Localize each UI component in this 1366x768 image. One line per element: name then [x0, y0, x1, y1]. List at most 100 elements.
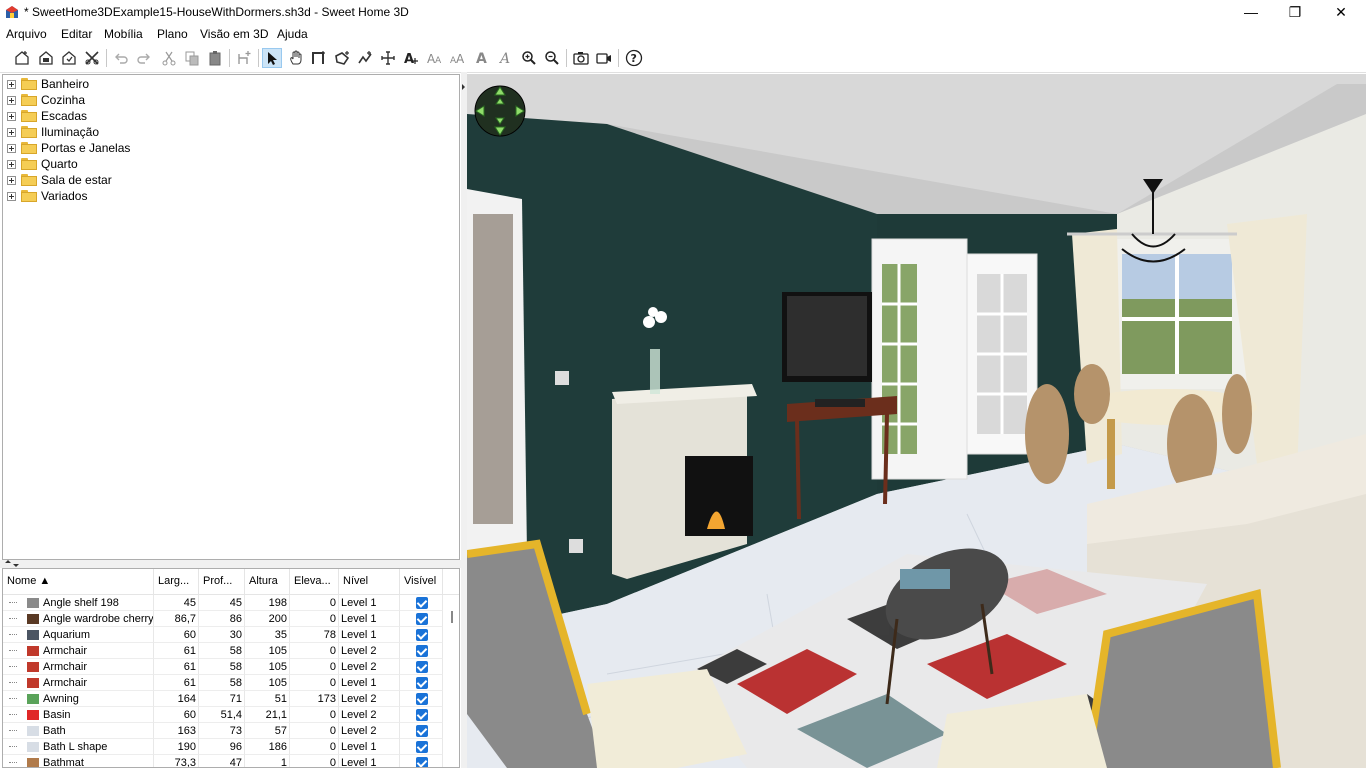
expand-icon[interactable] — [7, 95, 16, 105]
visible-checkbox[interactable] — [416, 757, 428, 767]
catalog-category-iluminacao[interactable]: Iluminação — [7, 124, 99, 140]
catalog-category-quarto[interactable]: Quarto — [7, 156, 78, 172]
furniture-catalog-tree[interactable]: Banheiro Cozinha Escadas Iluminação Port… — [2, 74, 460, 560]
menu-ajuda[interactable]: Ajuda — [277, 27, 308, 41]
help-icon[interactable]: ? — [624, 48, 644, 68]
visible-checkbox[interactable] — [416, 709, 428, 721]
table-row[interactable]: Angle shelf 198 45 45 198 0 Level 1 — [3, 595, 443, 611]
create-walls-icon[interactable] — [309, 48, 329, 68]
folder-icon — [21, 174, 37, 186]
cell-d: 58 — [199, 659, 245, 675]
horizontal-splitter[interactable] — [0, 560, 462, 568]
catalog-category-banheiro[interactable]: Banheiro — [7, 76, 89, 92]
visible-checkbox[interactable] — [416, 661, 428, 673]
paste-icon[interactable] — [205, 48, 225, 68]
maximize-button[interactable]: ❐ — [1272, 0, 1318, 24]
column-header-name[interactable]: Nome ▲ — [3, 569, 154, 594]
expand-icon[interactable] — [7, 127, 16, 137]
table-row[interactable]: Bathmat 73,3 47 1 0 Level 1 — [3, 755, 443, 767]
select-mode-icon[interactable] — [262, 48, 282, 68]
table-row[interactable]: Bath 163 73 57 0 Level 2 — [3, 723, 443, 739]
menu-editar[interactable]: Editar — [61, 27, 92, 41]
catalog-category-variados[interactable]: Variados — [7, 188, 87, 204]
add-text-icon[interactable]: A — [401, 48, 421, 68]
decrease-text-size-icon[interactable]: AA — [448, 48, 468, 68]
splitter-arrows-icon[interactable] — [2, 560, 22, 568]
create-video-icon[interactable] — [594, 48, 614, 68]
folder-icon — [21, 190, 37, 202]
expand-icon[interactable] — [7, 159, 16, 169]
table-row[interactable]: Armchair 61 58 105 0 Level 2 — [3, 659, 443, 675]
add-furniture-icon[interactable] — [234, 48, 254, 68]
visible-checkbox[interactable] — [416, 677, 428, 689]
column-header-level[interactable]: Nível — [339, 569, 400, 594]
visible-checkbox[interactable] — [416, 629, 428, 641]
menu-arquivo[interactable]: Arquivo — [6, 27, 47, 41]
minimize-button[interactable]: — — [1228, 0, 1274, 24]
furniture-table[interactable]: Nome ▲ Larg... Prof... Altura Eleva... N… — [2, 568, 460, 768]
catalog-category-sala-estar[interactable]: Sala de estar — [7, 172, 112, 188]
save-icon[interactable] — [59, 48, 79, 68]
create-rooms-icon[interactable] — [332, 48, 352, 68]
menu-visao-3d[interactable]: Visão em 3D — [200, 27, 268, 41]
cell-d: 71 — [199, 691, 245, 707]
preferences-icon[interactable] — [82, 48, 102, 68]
catalog-category-escadas[interactable]: Escadas — [7, 108, 87, 124]
column-header-depth[interactable]: Prof... — [199, 569, 245, 594]
3d-scene — [467, 74, 1366, 768]
create-photo-icon[interactable] — [571, 48, 591, 68]
cell-h: 200 — [245, 611, 290, 627]
cell-e: 0 — [290, 739, 339, 755]
visible-checkbox[interactable] — [416, 597, 428, 609]
expand-icon[interactable] — [7, 111, 16, 121]
table-row[interactable]: Basin 60 51,4 21,1 0 Level 2 — [3, 707, 443, 723]
column-header-visible[interactable]: Visível — [400, 569, 443, 594]
column-header-width[interactable]: Larg... — [154, 569, 199, 594]
close-button[interactable]: ✕ — [1318, 0, 1364, 24]
table-row[interactable]: Bath L shape 190 96 186 0 Level 1 — [3, 739, 443, 755]
bath-icon — [27, 726, 39, 737]
create-polylines-icon[interactable] — [355, 48, 375, 68]
column-header-height[interactable]: Altura — [245, 569, 290, 594]
bold-text-icon[interactable]: A — [472, 48, 492, 68]
zoom-in-icon[interactable] — [519, 48, 539, 68]
copy-icon[interactable] — [182, 48, 202, 68]
new-home-icon[interactable] — [12, 48, 32, 68]
expand-icon[interactable] — [7, 143, 16, 153]
furniture-name: Basin — [43, 709, 71, 721]
menu-plano[interactable]: Plano — [157, 27, 188, 41]
table-scrollbar[interactable] — [451, 611, 453, 623]
table-row[interactable]: Armchair 61 58 105 0 Level 1 — [3, 675, 443, 691]
svg-text:A: A — [435, 56, 442, 66]
table-row[interactable]: Armchair 61 58 105 0 Level 2 — [3, 643, 443, 659]
create-dimensions-icon[interactable] — [378, 48, 398, 68]
cut-icon[interactable] — [159, 48, 179, 68]
catalog-category-cozinha[interactable]: Cozinha — [7, 92, 85, 108]
visible-checkbox[interactable] — [416, 693, 428, 705]
expand-icon[interactable] — [7, 175, 16, 185]
pan-mode-icon[interactable] — [286, 48, 306, 68]
cell-level: Level 1 — [339, 611, 400, 627]
expand-icon[interactable] — [7, 79, 16, 89]
visible-checkbox[interactable] — [416, 613, 428, 625]
italic-text-icon[interactable]: A — [495, 48, 515, 68]
undo-icon[interactable] — [111, 48, 131, 68]
visible-checkbox[interactable] — [416, 741, 428, 753]
expand-icon[interactable] — [7, 191, 16, 201]
menu-mobilia[interactable]: Mobília — [104, 27, 143, 41]
3d-view[interactable] — [467, 74, 1366, 768]
catalog-category-portas-janelas[interactable]: Portas e Janelas — [7, 140, 130, 156]
zoom-out-icon[interactable] — [542, 48, 562, 68]
cell-w: 61 — [154, 659, 199, 675]
category-label: Portas e Janelas — [41, 141, 131, 155]
column-header-elevation[interactable]: Eleva... — [290, 569, 339, 594]
increase-text-size-icon[interactable]: AA — [425, 48, 445, 68]
navigation-arrows-icon[interactable] — [473, 84, 527, 138]
redo-icon[interactable] — [134, 48, 154, 68]
table-row[interactable]: Aquarium 60 30 35 78 Level 1 — [3, 627, 443, 643]
visible-checkbox[interactable] — [416, 645, 428, 657]
table-row[interactable]: Awning 164 71 51 173 Level 2 — [3, 691, 443, 707]
table-row[interactable]: Angle wardrobe cherry 86,7 86 200 0 Level 1 — [3, 611, 443, 627]
visible-checkbox[interactable] — [416, 725, 428, 737]
open-icon[interactable] — [36, 48, 56, 68]
